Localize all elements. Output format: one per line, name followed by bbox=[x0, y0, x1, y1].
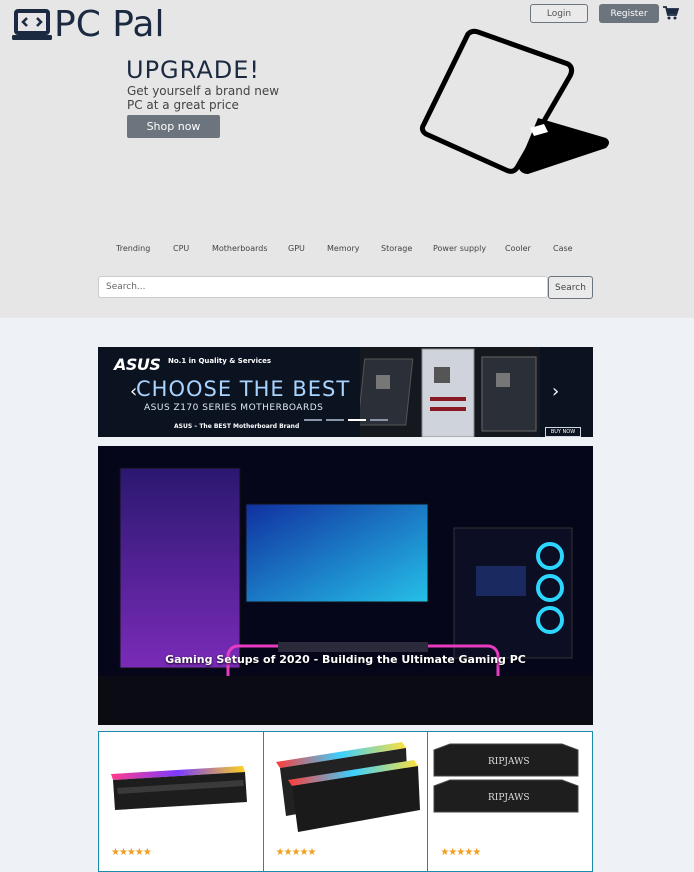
category-nav: Trending CPU Motherboards GPU Memory Sto… bbox=[0, 244, 694, 258]
rating-stars: ★★★★★ bbox=[440, 847, 481, 858]
laptop-code-icon bbox=[12, 9, 52, 40]
promo-carousel: ASUS No.1 in Quality & Services CHOOSE T… bbox=[98, 347, 593, 437]
cart-icon[interactable] bbox=[663, 6, 679, 20]
banner-brand-line: ASUS – The BEST Motherboard Brand bbox=[174, 423, 300, 430]
hero-subtitle: Get yourself a brand new PC at a great p… bbox=[127, 84, 280, 112]
motherboard-image bbox=[360, 347, 540, 437]
nav-item-trending[interactable]: Trending bbox=[116, 244, 150, 253]
svg-text:RIPJAWS: RIPJAWS bbox=[488, 793, 530, 803]
nav-item-memory[interactable]: Memory bbox=[327, 244, 360, 253]
chevron-right-icon[interactable]: › bbox=[552, 381, 559, 402]
nav-item-case[interactable]: Case bbox=[553, 244, 573, 253]
logo[interactable]: PC Pal bbox=[12, 6, 164, 44]
gaming-setup-image bbox=[98, 446, 593, 725]
rgb-ram-image bbox=[111, 766, 247, 810]
search-button[interactable]: Search bbox=[548, 276, 593, 299]
product-card[interactable]: RIPJAWS RIPJAWS ★★★★★ bbox=[428, 732, 592, 871]
rating-stars: ★★★★★ bbox=[275, 847, 317, 858]
product-grid: ★★★★★ ★★★★★ RIPJAWS RIPJAWS ★★★★★ bbox=[98, 731, 593, 872]
nav-item-power-supply[interactable]: Power supply bbox=[433, 244, 486, 253]
site-name: PC Pal bbox=[54, 4, 165, 45]
shop-now-button[interactable]: Shop now bbox=[127, 115, 220, 138]
featured-article[interactable]: Gaming Setups of 2020 - Building the Ult… bbox=[98, 446, 593, 725]
header: PC Pal Login Register UPGRADE! Get yours… bbox=[0, 0, 694, 318]
laptop-illustration bbox=[419, 28, 609, 174]
svg-text:RIPJAWS: RIPJAWS bbox=[488, 757, 530, 767]
chevron-left-icon[interactable]: ‹ bbox=[130, 381, 137, 402]
hero-title: UPGRADE! bbox=[126, 56, 261, 84]
nav-item-cpu[interactable]: CPU bbox=[173, 244, 189, 253]
banner-tagline: No.1 in Quality & Services bbox=[168, 357, 272, 365]
featured-article-title[interactable]: Gaming Setups of 2020 - Building the Ult… bbox=[98, 652, 593, 667]
nav-item-storage[interactable]: Storage bbox=[381, 244, 412, 253]
carousel-dot[interactable] bbox=[304, 419, 322, 421]
rgb-ram-pair-image bbox=[275, 742, 420, 832]
carousel-dot-active[interactable] bbox=[348, 419, 366, 421]
nav-item-motherboards[interactable]: Motherboards bbox=[212, 244, 267, 253]
search-input[interactable] bbox=[98, 276, 548, 298]
login-button[interactable]: Login bbox=[530, 4, 588, 23]
rating-stars: ★★★★★ bbox=[111, 847, 152, 858]
product-card[interactable]: ★★★★★ bbox=[99, 732, 264, 871]
banner-subheadline: ASUS Z170 SERIES MOTHERBOARDS bbox=[144, 403, 324, 413]
buy-now-button[interactable]: BUY NOW bbox=[545, 427, 581, 437]
product-card[interactable]: ★★★★★ bbox=[264, 732, 429, 871]
register-button[interactable]: Register bbox=[599, 4, 659, 23]
ripjaws-ram-image: RIPJAWS RIPJAWS bbox=[433, 743, 579, 813]
nav-item-cooler[interactable]: Cooler bbox=[505, 244, 531, 253]
carousel-indicators bbox=[304, 419, 388, 421]
nav-item-gpu[interactable]: GPU bbox=[288, 244, 305, 253]
banner-headline: CHOOSE THE BEST bbox=[136, 377, 351, 401]
carousel-dot[interactable] bbox=[370, 419, 388, 421]
banner-logo: ASUS bbox=[114, 355, 161, 374]
carousel-dot[interactable] bbox=[326, 419, 344, 421]
